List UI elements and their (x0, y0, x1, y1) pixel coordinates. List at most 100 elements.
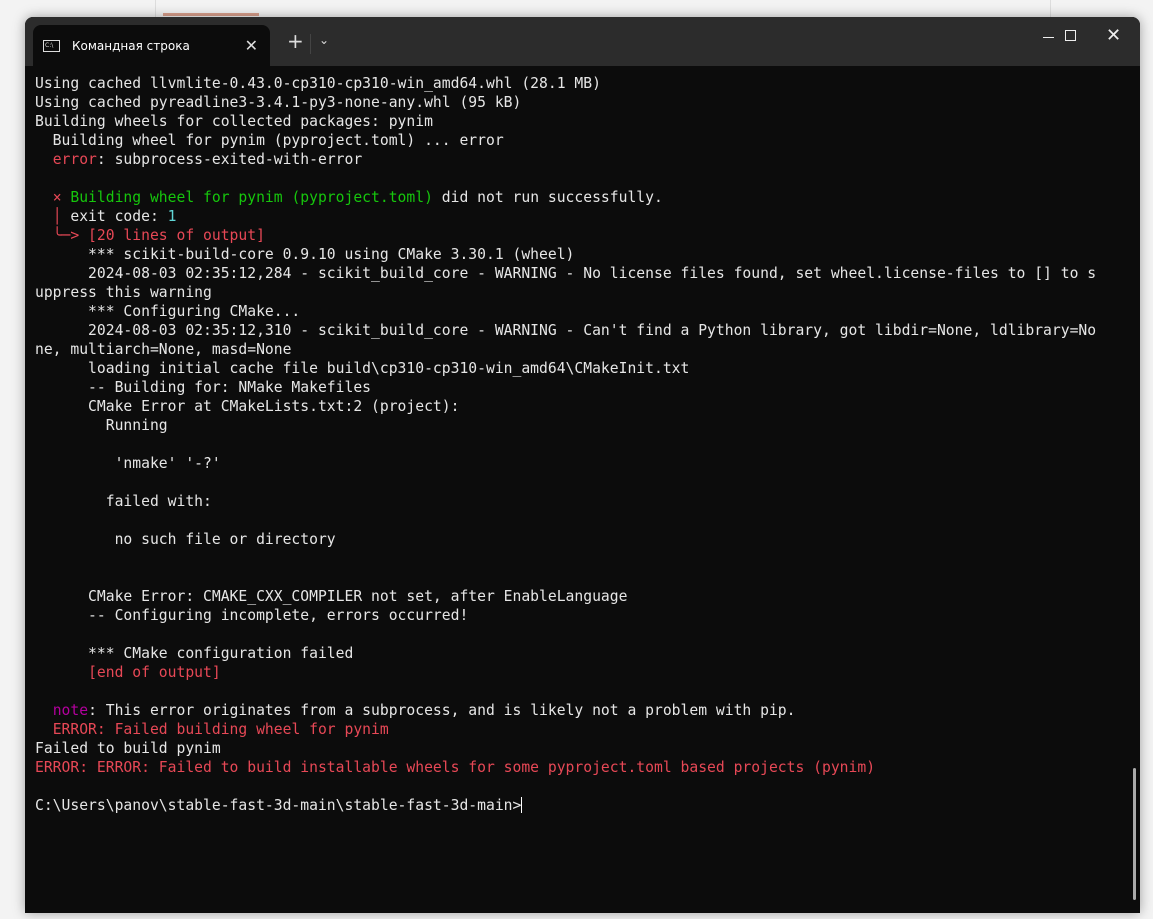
terminal-line: 2024-08-03 02:35:12,310 - scikit_build_c… (35, 321, 1096, 340)
terminal-line: failed with: (35, 492, 1096, 511)
terminal-text: *** scikit-build-core 0.9.10 using CMake… (35, 246, 575, 263)
terminal-line: ne, multiarch=None, masd=None (35, 340, 1096, 359)
close-tab-icon[interactable]: ✕ (245, 36, 258, 55)
terminal-text: Building wheel for pynim (pyproject.toml… (35, 132, 504, 149)
new-tab-button[interactable]: + (287, 29, 304, 53)
maximize-button[interactable] (1065, 30, 1076, 41)
terminal-text: [end of output] (88, 664, 221, 681)
terminal-text: *** CMake configuration failed (35, 645, 354, 662)
terminal-text: uppress this warning (35, 284, 212, 301)
scrollbar[interactable] (1133, 768, 1136, 900)
terminal-line: CMake Error: CMAKE_CXX_COMPILER not set,… (35, 587, 1096, 606)
terminal-text: C:\Users\panov\stable-fast-3d-main\stabl… (35, 797, 522, 814)
terminal-line: loading initial cache file build\cp310-c… (35, 359, 1096, 378)
terminal-line: Failed to build pynim (35, 739, 1096, 758)
terminal-text: Using cached llvmlite-0.43.0-cp310-cp310… (35, 75, 601, 92)
terminal-line: error: subprocess-exited-with-error (35, 150, 1096, 169)
terminal-line: *** scikit-build-core 0.9.10 using CMake… (35, 245, 1096, 264)
terminal-text: -- Configuring incomplete, errors occurr… (35, 607, 469, 624)
terminal-line: [end of output] (35, 663, 1096, 682)
background-divider (155, 0, 156, 17)
tab-command-prompt[interactable]: C:\ Командная строка ✕ (33, 25, 270, 66)
terminal-text: 2024-08-03 02:35:12,284 - scikit_build_c… (35, 265, 1097, 282)
terminal-text: error (52, 151, 97, 168)
terminal-line: ╰─> [20 lines of output] (35, 226, 1096, 245)
terminal-text: ERROR: ERROR: Failed to build installabl… (35, 759, 876, 776)
terminal-text: [20 lines of output] (79, 227, 265, 244)
terminal-line: uppress this warning (35, 283, 1096, 302)
chevron-down-icon[interactable]: ⌄ (319, 33, 329, 47)
terminal-text: loading initial cache file build\cp310-c… (35, 360, 690, 377)
terminal-text: did not run successfully. (432, 189, 663, 206)
terminal-line: note: This error originates from a subpr… (35, 701, 1096, 720)
terminal-text: Failed to build pynim (35, 740, 221, 757)
cmd-icon: C:\ (43, 39, 60, 52)
terminal-line: Running (35, 416, 1096, 435)
divider (310, 34, 311, 54)
terminal-text: Using cached pyreadline3-3.4.1-py3-none-… (35, 94, 522, 111)
terminal-text: │ (52, 208, 62, 225)
terminal-text: 1 (167, 208, 177, 225)
terminal-text: 2024-08-03 02:35:12,310 - scikit_build_c… (35, 322, 1097, 339)
terminal-line: × Building wheel for pynim (pyproject.to… (35, 188, 1096, 207)
terminal-text: Building wheels for collected packages: … (35, 113, 433, 130)
terminal-text: note (52, 702, 89, 719)
terminal-text: exit code: (61, 208, 168, 225)
terminal-line: Building wheel for pynim (pyproject.toml… (35, 131, 1096, 150)
terminal-line: CMake Error at CMakeLists.txt:2 (project… (35, 397, 1096, 416)
terminal-line: ERROR: Failed building wheel for pynim (35, 720, 1096, 739)
terminal-line: Building wheels for collected packages: … (35, 112, 1096, 131)
terminal-text: 'nmake' '-?' (35, 455, 221, 472)
terminal-text: CMake Error: CMAKE_CXX_COMPILER not set,… (35, 588, 628, 605)
background-accent (163, 13, 259, 16)
terminal-line: -- Configuring incomplete, errors occurr… (35, 606, 1096, 625)
terminal-output[interactable]: Using cached llvmlite-0.43.0-cp310-cp310… (35, 74, 1096, 815)
terminal-text: failed with: (35, 493, 212, 510)
terminal-line: │ exit code: 1 (35, 207, 1096, 226)
terminal-text: Running (35, 417, 168, 434)
text-cursor (521, 797, 523, 813)
terminal-line: ERROR: ERROR: Failed to build installabl… (35, 758, 1096, 777)
terminal-text: CMake Error at CMakeLists.txt:2 (project… (35, 398, 460, 415)
background-divider (1050, 0, 1051, 17)
minimize-button[interactable] (1043, 37, 1054, 38)
terminal-line: 'nmake' '-?' (35, 454, 1096, 473)
terminal-line: -- Building for: NMake Makefiles (35, 378, 1096, 397)
terminal-text: : This error originates from a subproces… (88, 702, 796, 719)
terminal-line: *** Configuring CMake... (35, 302, 1096, 321)
terminal-line: 2024-08-03 02:35:12,284 - scikit_build_c… (35, 264, 1096, 283)
terminal-text: : subprocess-exited-with-error (96, 151, 363, 168)
title-bar[interactable]: C:\ Командная строка ✕ + ⌄ ✕ (25, 17, 1140, 66)
tab-title: Командная строка (72, 38, 190, 53)
terminal-text: *** Configuring CMake... (35, 303, 301, 320)
terminal-line: Using cached pyreadline3-3.4.1-py3-none-… (35, 93, 1096, 112)
terminal-text: × (52, 189, 62, 206)
terminal-text: no such file or directory (35, 531, 336, 548)
terminal-line: *** CMake configuration failed (35, 644, 1096, 663)
close-window-button[interactable]: ✕ (1106, 25, 1121, 46)
terminal-line: no such file or directory (35, 530, 1096, 549)
terminal-text: ERROR: Failed building wheel for pynim (52, 721, 389, 738)
terminal-text: ╰─> (52, 227, 80, 244)
terminal-window: C:\ Командная строка ✕ + ⌄ ✕ Using cache… (25, 17, 1140, 913)
terminal-line: Using cached llvmlite-0.43.0-cp310-cp310… (35, 74, 1096, 93)
terminal-text: Building wheel for pynim (pyproject.toml… (61, 189, 433, 206)
terminal-line: C:\Users\panov\stable-fast-3d-main\stabl… (35, 796, 1096, 815)
terminal-text: -- Building for: NMake Makefiles (35, 379, 372, 396)
terminal-text: ne, multiarch=None, masd=None (35, 341, 292, 358)
